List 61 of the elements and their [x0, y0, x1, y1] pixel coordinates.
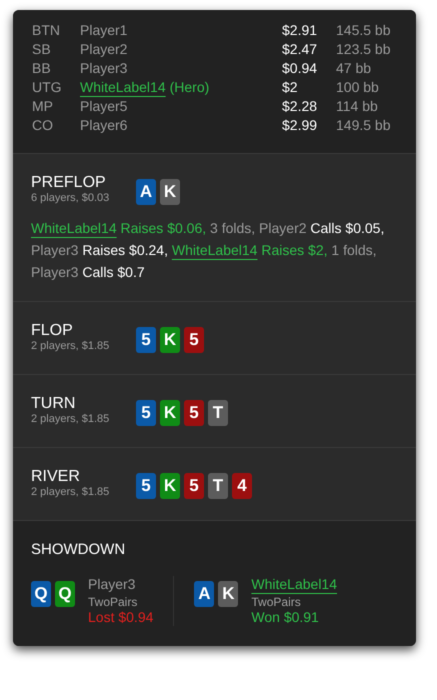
playing-card: A	[194, 580, 214, 606]
player-name: Player6	[80, 116, 128, 135]
player-name: Player3	[80, 59, 128, 78]
street-info: 2 players, $1.85	[31, 340, 110, 353]
stack-amount: $0.94	[282, 59, 318, 78]
playing-card: T	[208, 400, 228, 426]
stack-bb: 100 bb	[336, 78, 379, 97]
stack-bb: 114 bb	[336, 97, 378, 116]
seat-position: CO	[32, 116, 54, 135]
action-log: WhiteLabel14 Raises $0.06, 3 folds, Player2 Calls $0.05, Player3 Raises $0.24, WhiteLabel14 Raises $2, 1 folds, Player3 Calls $0.7	[31, 219, 386, 282]
stack-amount: $2	[282, 78, 299, 97]
stack-amount: $2.99	[282, 116, 318, 135]
street-info: 2 players, $1.85	[31, 486, 110, 499]
street-title: RIVER	[31, 467, 81, 486]
playing-card: T	[208, 473, 228, 499]
playing-card: 5	[136, 400, 156, 426]
playing-card: K	[160, 179, 180, 205]
playing-card: 5	[136, 327, 156, 353]
playing-card: 5	[184, 473, 204, 499]
stack-bb: 123.5 bb	[336, 40, 390, 59]
stack-amount: $2.91	[282, 21, 318, 40]
stack-bb: 149.5 bb	[336, 116, 390, 135]
stack-amount: $2.28	[282, 97, 318, 116]
player-link[interactable]: WhiteLabel14	[251, 576, 338, 592]
hand-result: Lost $0.94	[88, 608, 154, 626]
stack-bb: 47 bb	[336, 59, 372, 78]
player-name: Player2	[80, 40, 128, 59]
street-title: PREFLOP	[31, 173, 107, 192]
seat-position: UTG	[32, 78, 63, 97]
playing-card: K	[160, 327, 180, 353]
playing-card: K	[160, 473, 180, 499]
hand-rank: TwoPairs	[251, 594, 301, 608]
seat-position: MP	[32, 97, 54, 116]
player-link[interactable]: WhiteLabel14	[172, 242, 258, 258]
playing-card: K	[218, 580, 238, 606]
playing-card: K	[160, 400, 180, 426]
hero-tag: (Hero)	[170, 77, 210, 98]
showdown-title: SHOWDOWN	[31, 540, 126, 560]
player-link[interactable]: WhiteLabel14	[80, 77, 166, 98]
seat-position: BTN	[32, 21, 61, 40]
player-link[interactable]: WhiteLabel14	[31, 220, 117, 236]
player-name: Player5	[80, 97, 128, 116]
player-name: Player3	[88, 576, 136, 592]
street-info: 6 players, $0.03	[31, 192, 110, 205]
hand-rank: TwoPairs	[88, 594, 138, 608]
playing-card: 4	[232, 473, 252, 499]
playing-card: 5	[136, 473, 156, 499]
seat-position: BB	[32, 59, 52, 78]
playing-card: 5	[184, 327, 204, 353]
stack-bb: 145.5 bb	[336, 21, 390, 40]
playing-card: Q	[55, 580, 75, 606]
street-title: FLOP	[31, 321, 74, 340]
playing-card: Q	[31, 580, 51, 606]
street-title: TURN	[31, 394, 76, 413]
playing-card: A	[136, 179, 156, 205]
street-info: 2 players, $1.85	[31, 413, 110, 426]
hand-result: Won $0.91	[251, 608, 319, 626]
seat-position: SB	[32, 40, 52, 59]
playing-card: 5	[184, 400, 204, 426]
stack-amount: $2.47	[282, 40, 318, 59]
player-name: Player1	[80, 21, 128, 40]
